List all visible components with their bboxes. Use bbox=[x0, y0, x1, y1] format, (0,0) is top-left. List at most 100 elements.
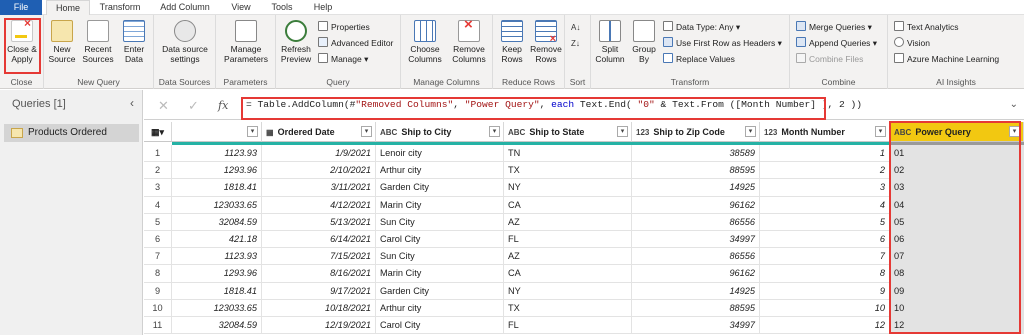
ship-to-zip-cell[interactable]: 88595 bbox=[632, 299, 760, 317]
price-cell[interactable]: 421.18 bbox=[172, 231, 262, 249]
tab-add-column[interactable]: Add Column bbox=[150, 0, 220, 15]
ordered-date-cell[interactable]: 9/17/2021 bbox=[262, 282, 376, 300]
ordered-date-cell[interactable]: 1/9/2021 bbox=[262, 145, 376, 163]
row-index[interactable]: 5 bbox=[144, 213, 172, 231]
tab-tools[interactable]: Tools bbox=[262, 0, 302, 15]
month-number-cell[interactable]: 8 bbox=[760, 265, 890, 283]
data-source-settings-button[interactable]: Data source settings bbox=[156, 20, 214, 64]
cancel-icon[interactable]: ✕ bbox=[158, 98, 169, 114]
group-by-button[interactable]: Group By bbox=[629, 20, 659, 64]
ship-to-zip-cell[interactable]: 14925 bbox=[632, 179, 760, 197]
ship-to-state-cell[interactable]: TX bbox=[504, 299, 632, 317]
column-filter-icon[interactable]: ▾ bbox=[489, 126, 500, 137]
ordered-date-cell[interactable]: 3/11/2021 bbox=[262, 179, 376, 197]
ordered-date-cell[interactable]: 5/13/2021 bbox=[262, 213, 376, 231]
commit-icon[interactable]: ✓ bbox=[188, 98, 199, 114]
ship-to-state-cell[interactable]: NY bbox=[504, 179, 632, 197]
sort-ascending-icon[interactable]: A↓ bbox=[571, 21, 580, 34]
ship-to-city-cell[interactable]: Marin City bbox=[376, 196, 504, 214]
table-menu-icon[interactable]: ▦▾ bbox=[144, 122, 172, 142]
manage-parameters-button[interactable]: Manage Parameters bbox=[218, 20, 274, 64]
month-number-cell[interactable]: 10 bbox=[760, 299, 890, 317]
column-header-ship-to-zip[interactable]: 123 Ship to Zip Code ▾ bbox=[632, 122, 760, 142]
ship-to-city-cell[interactable]: Sun City bbox=[376, 213, 504, 231]
new-source-button[interactable]: New Source bbox=[46, 20, 78, 64]
row-index[interactable]: 11 bbox=[144, 317, 172, 335]
column-filter-icon[interactable]: ▾ bbox=[875, 126, 886, 137]
ship-to-state-cell[interactable]: CA bbox=[504, 196, 632, 214]
price-cell[interactable]: 1123.93 bbox=[172, 248, 262, 266]
text-type-icon[interactable]: ABC bbox=[380, 123, 397, 143]
ship-to-zip-cell[interactable]: 96162 bbox=[632, 265, 760, 283]
column-header-month-number[interactable]: 123 Month Number ▾ bbox=[760, 122, 890, 142]
month-number-cell[interactable]: 1 bbox=[760, 145, 890, 163]
ship-to-city-cell[interactable]: Arthur city bbox=[376, 162, 504, 180]
ordered-date-cell[interactable]: 6/14/2021 bbox=[262, 231, 376, 249]
remove-rows-button[interactable]: × Remove Rows bbox=[529, 20, 563, 64]
month-number-cell[interactable]: 6 bbox=[760, 231, 890, 249]
tab-help[interactable]: Help bbox=[304, 0, 342, 15]
ship-to-state-cell[interactable]: AZ bbox=[504, 248, 632, 266]
tab-file[interactable]: File bbox=[0, 0, 42, 15]
keep-rows-button[interactable]: Keep Rows bbox=[495, 20, 529, 64]
text-analytics-button[interactable]: Text Analytics bbox=[894, 21, 959, 34]
price-cell[interactable]: 1293.96 bbox=[172, 162, 262, 180]
month-number-cell[interactable]: 2 bbox=[760, 162, 890, 180]
column-header-ordered-date[interactable]: ▦ Ordered Date ▾ bbox=[262, 122, 376, 142]
row-index[interactable]: 1 bbox=[144, 145, 172, 163]
row-index[interactable]: 8 bbox=[144, 265, 172, 283]
price-cell[interactable]: 1818.41 bbox=[172, 282, 262, 300]
row-index[interactable]: 3 bbox=[144, 179, 172, 197]
price-cell[interactable]: 1818.41 bbox=[172, 179, 262, 197]
row-index[interactable]: 2 bbox=[144, 162, 172, 180]
recent-sources-button[interactable]: Recent Sources bbox=[80, 20, 116, 64]
sort-descending-icon[interactable]: Z↓ bbox=[571, 37, 580, 50]
ship-to-city-cell[interactable]: Sun City bbox=[376, 248, 504, 266]
column-filter-icon[interactable]: ▾ bbox=[617, 126, 628, 137]
month-number-cell[interactable]: 3 bbox=[760, 179, 890, 197]
ship-to-city-cell[interactable]: Lenoir city bbox=[376, 145, 504, 163]
month-number-cell[interactable]: 5 bbox=[760, 213, 890, 231]
row-index[interactable]: 7 bbox=[144, 248, 172, 266]
ship-to-zip-cell[interactable]: 34997 bbox=[632, 317, 760, 335]
collapse-pane-icon[interactable]: ‹ bbox=[130, 96, 134, 110]
ship-to-state-cell[interactable]: FL bbox=[504, 317, 632, 335]
price-cell[interactable]: 32084.59 bbox=[172, 213, 262, 231]
ship-to-city-cell[interactable]: Carol City bbox=[376, 317, 504, 335]
ship-to-zip-cell[interactable]: 96162 bbox=[632, 196, 760, 214]
refresh-preview-button[interactable]: Refresh Preview bbox=[278, 20, 314, 64]
data-type-dropdown[interactable]: Data Type: Any ▾ bbox=[663, 21, 740, 34]
fx-icon[interactable]: fx bbox=[218, 99, 228, 112]
row-index[interactable]: 4 bbox=[144, 196, 172, 214]
tab-transform[interactable]: Transform bbox=[92, 0, 148, 15]
ship-to-state-cell[interactable]: FL bbox=[504, 231, 632, 249]
column-filter-icon[interactable]: ▾ bbox=[247, 126, 258, 137]
ordered-date-cell[interactable]: 4/12/2021 bbox=[262, 196, 376, 214]
row-index[interactable]: 6 bbox=[144, 231, 172, 249]
ordered-date-cell[interactable]: 10/18/2021 bbox=[262, 299, 376, 317]
column-filter-icon[interactable]: ▾ bbox=[745, 126, 756, 137]
price-cell[interactable]: 1293.96 bbox=[172, 265, 262, 283]
ship-to-state-cell[interactable]: CA bbox=[504, 265, 632, 283]
ship-to-city-cell[interactable]: Marin City bbox=[376, 265, 504, 283]
combine-files-button[interactable]: Combine Files bbox=[796, 53, 863, 66]
remove-columns-button[interactable]: × Remove Columns bbox=[447, 17, 491, 64]
merge-queries-button[interactable]: Merge Queries ▾ bbox=[796, 21, 872, 34]
expand-formula-icon[interactable]: ⌄ bbox=[1010, 99, 1018, 110]
month-number-cell[interactable]: 9 bbox=[760, 282, 890, 300]
ordered-date-cell[interactable]: 12/19/2021 bbox=[262, 317, 376, 335]
month-number-cell[interactable]: 4 bbox=[760, 196, 890, 214]
ship-to-state-cell[interactable]: TN bbox=[504, 145, 632, 163]
use-first-row-headers-button[interactable]: Use First Row as Headers ▾ bbox=[663, 37, 782, 50]
price-cell[interactable]: 123033.65 bbox=[172, 299, 262, 317]
ship-to-zip-cell[interactable]: 88595 bbox=[632, 162, 760, 180]
ship-to-city-cell[interactable]: Garden City bbox=[376, 179, 504, 197]
split-column-button[interactable]: Split Column bbox=[593, 20, 627, 64]
manage-query-button[interactable]: Manage ▾ bbox=[318, 53, 368, 66]
price-cell[interactable]: 123033.65 bbox=[172, 196, 262, 214]
column-filter-icon[interactable]: ▾ bbox=[361, 126, 372, 137]
vision-button[interactable]: Vision bbox=[894, 37, 930, 50]
ship-to-zip-cell[interactable]: 86556 bbox=[632, 213, 760, 231]
price-cell[interactable]: 1123.93 bbox=[172, 145, 262, 163]
choose-columns-button[interactable]: Choose Columns bbox=[403, 20, 447, 64]
